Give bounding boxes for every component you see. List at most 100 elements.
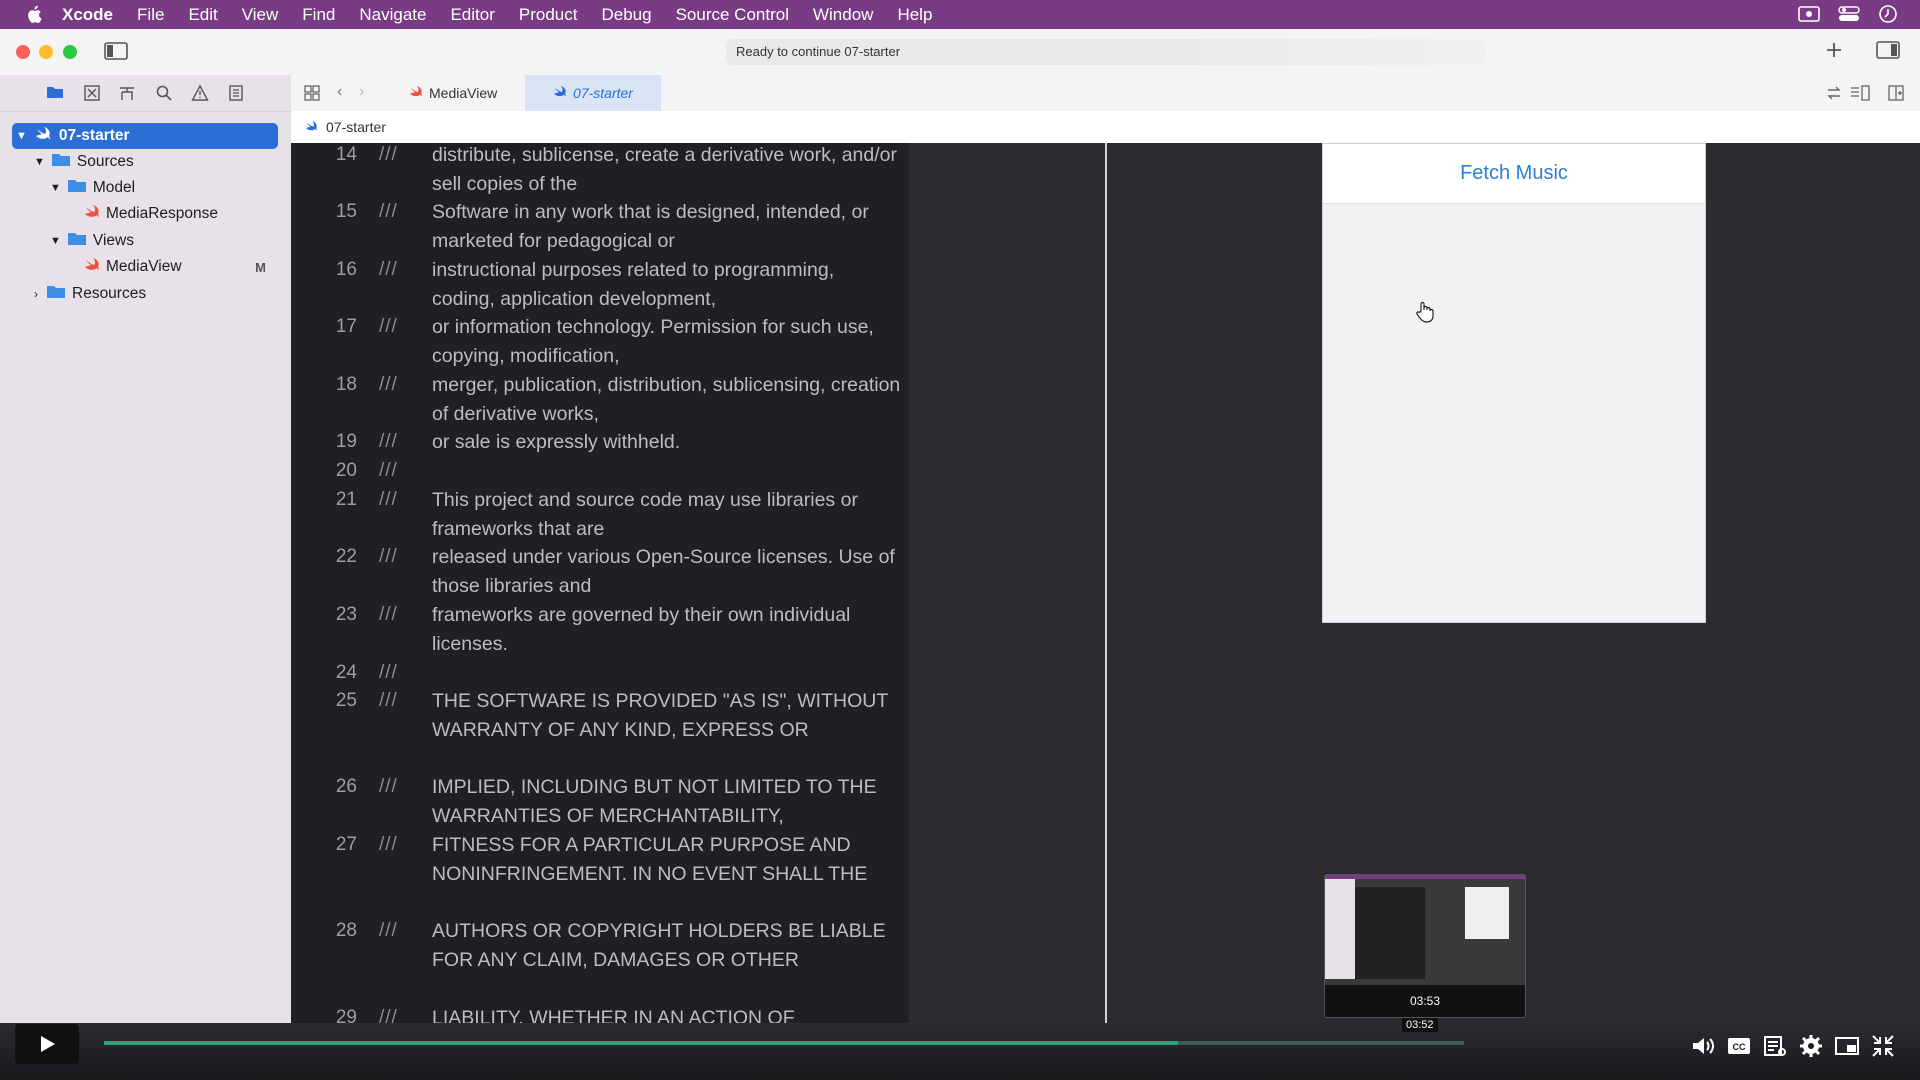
code-line: This project and source code may use lib… (432, 489, 858, 540)
sidebar-toggle-icon[interactable] (104, 42, 128, 65)
tab-07-starter[interactable]: 07-starter (525, 75, 661, 111)
code-line: IMPLIED, INCLUDING BUT NOT LIMITED TO TH… (432, 776, 877, 827)
screen-record-icon[interactable] (1798, 5, 1820, 28)
swift-project-icon (305, 119, 318, 135)
volume-icon[interactable] (1690, 1033, 1716, 1059)
search-icon[interactable] (155, 84, 173, 102)
code-line: merger, publication, distribution, subli… (432, 374, 901, 425)
comment-marker: /// (379, 1007, 398, 1023)
chevron-down-icon[interactable]: ▼ (16, 130, 27, 142)
tree-item-mediaresponse[interactable]: MediaResponse (84, 202, 218, 226)
split-editor-icon[interactable] (1887, 84, 1905, 107)
comment-marker: /// (379, 604, 398, 625)
chevron-down-icon[interactable]: ▼ (50, 235, 61, 247)
menu-source-control[interactable]: Source Control (664, 5, 801, 25)
simulator-preview[interactable]: Fetch Music (1322, 143, 1706, 623)
menu-xcode[interactable]: Xcode (44, 5, 125, 25)
chevron-down-icon[interactable]: ▼ (34, 156, 45, 168)
editor-options-icon[interactable] (1849, 84, 1871, 107)
comment-marker: /// (379, 259, 398, 280)
chevron-right-icon[interactable]: › (34, 287, 38, 301)
tree-item-label: Sources (76, 153, 134, 170)
comment-marker: /// (379, 144, 398, 165)
tree-item-project[interactable]: ▼ 07-starter (12, 123, 278, 149)
tree-item-model[interactable]: ▼ Model (50, 176, 135, 200)
exit-fullscreen-icon[interactable] (1870, 1033, 1896, 1059)
menu-product[interactable]: Product (507, 5, 590, 25)
breadcrumb-label: 07-starter (326, 119, 386, 135)
warning-icon[interactable] (191, 84, 209, 102)
swift-project-icon (553, 85, 567, 101)
comment-marker: /// (379, 431, 398, 452)
zoom-window-button[interactable] (63, 45, 77, 59)
add-icon[interactable] (1825, 41, 1843, 64)
menu-edit[interactable]: Edit (176, 5, 229, 25)
transcript-icon[interactable] (1762, 1033, 1788, 1059)
swift-file-icon (409, 85, 423, 101)
menu-help[interactable]: Help (885, 5, 944, 25)
settings-icon[interactable] (1798, 1033, 1824, 1059)
hover-time-label: 03:53 (1325, 985, 1525, 1017)
breadcrumb[interactable]: 07-starter (305, 119, 386, 135)
control-center-icon[interactable] (1838, 5, 1860, 28)
comment-marker: /// (379, 834, 398, 855)
grid-icon[interactable] (303, 84, 321, 107)
back-icon[interactable]: ‹ (337, 83, 342, 101)
modified-badge: M (255, 259, 266, 275)
comment-marker: /// (379, 316, 398, 337)
comment-marker: /// (379, 489, 398, 510)
apple-menu-icon[interactable] (24, 5, 44, 24)
picture-in-picture-icon[interactable] (1834, 1033, 1860, 1059)
source-editor[interactable]: 14 /// distribute, sublicense, create a … (291, 143, 909, 1023)
menu-find[interactable]: Find (290, 5, 347, 25)
forward-icon[interactable]: › (359, 83, 364, 101)
close-window-button[interactable] (16, 45, 30, 59)
menu-editor[interactable]: Editor (438, 5, 506, 25)
code-line: FITNESS FOR A PARTICULAR PURPOSE AND NON… (432, 834, 868, 885)
tab-label: 07-starter (573, 85, 633, 101)
folder-icon (67, 178, 87, 198)
line-number: 22 (335, 546, 357, 567)
window-toolbar: Ready to continue 07-starter (0, 29, 1920, 76)
refresh-icon[interactable] (1825, 84, 1843, 107)
tree-item-views[interactable]: ▼ Views (50, 229, 134, 253)
source-control-navigator-icon[interactable] (83, 84, 101, 102)
progress-track[interactable] (104, 1041, 1464, 1045)
line-number: 26 (335, 776, 357, 797)
activity-status-field: Ready to continue 07-starter (726, 39, 1486, 65)
tree-item-label: Model (92, 179, 136, 196)
inspector-toggle-icon[interactable] (1876, 41, 1900, 64)
menu-navigate[interactable]: Navigate (347, 5, 438, 25)
comment-marker: /// (379, 201, 398, 222)
chevron-down-icon[interactable]: ▼ (50, 182, 61, 194)
menu-file[interactable]: File (125, 5, 176, 25)
line-number: 17 (335, 316, 357, 337)
tree-item-sources[interactable]: ▼ Sources (34, 150, 134, 174)
tree-item-resources[interactable]: › Resources (34, 282, 146, 306)
fetch-music-button[interactable]: Fetch Music (1323, 162, 1705, 185)
scrub-preview-thumbnail: 03:53 (1324, 874, 1526, 1018)
code-line: instructional purposes related to progra… (432, 259, 835, 310)
jump-bar: 07-starter (291, 111, 1920, 144)
report-navigator-icon[interactable] (227, 84, 245, 102)
line-number: 19 (335, 431, 357, 452)
tab-label: MediaView (429, 85, 498, 101)
menu-debug[interactable]: Debug (589, 5, 663, 25)
line-number: 15 (335, 201, 357, 222)
swift-file-icon (84, 257, 100, 277)
code-line: Software in any work that is designed, i… (432, 201, 869, 252)
tab-mediaview[interactable]: MediaView (409, 75, 529, 111)
menu-view[interactable]: View (230, 5, 291, 25)
menu-window[interactable]: Window (801, 5, 885, 25)
clock-icon[interactable] (1878, 4, 1898, 29)
play-button[interactable] (15, 1024, 79, 1064)
tree-item-mediaview[interactable]: MediaView M (84, 255, 274, 279)
folder-icon[interactable] (46, 84, 64, 102)
closed-captions-icon[interactable]: CC (1726, 1033, 1752, 1059)
line-number: 20 (335, 460, 357, 481)
canvas-divider-area (909, 143, 1107, 1023)
minimize-window-button[interactable] (39, 45, 53, 59)
symbol-navigator-icon[interactable] (118, 84, 136, 102)
code-line: LIABILITY, WHETHER IN AN ACTION OF CONTR… (432, 1007, 795, 1023)
navigation-bar: Fetch Music (1323, 144, 1705, 204)
